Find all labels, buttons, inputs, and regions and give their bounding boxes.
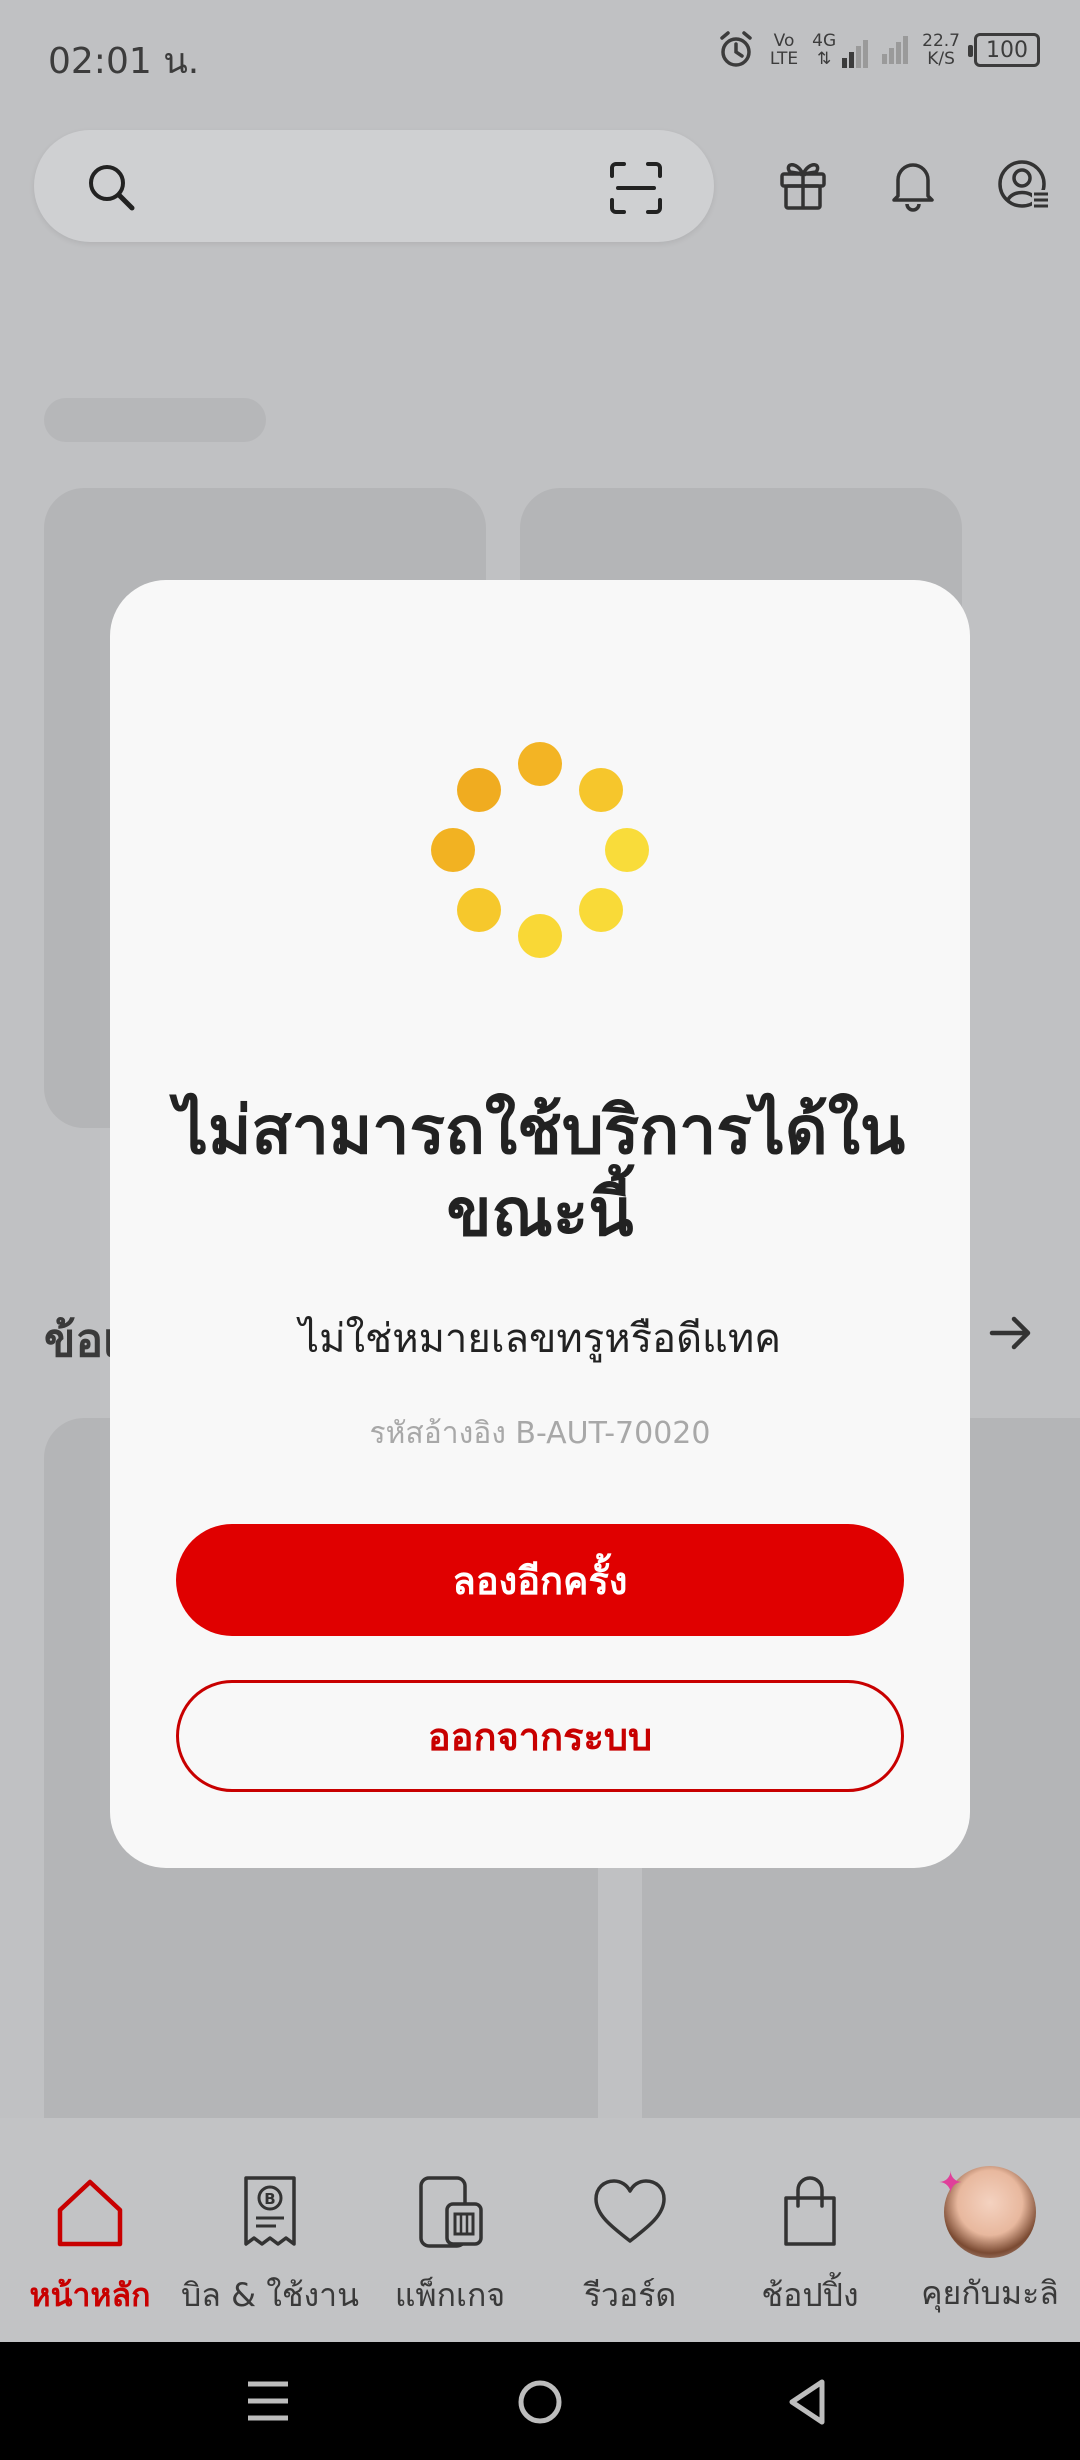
dialog-message: ไม่ใช่หมายเลขทรูหรือดีแทค bbox=[299, 1316, 781, 1362]
bill-icon: B bbox=[244, 2176, 296, 2246]
gift-icon[interactable] bbox=[778, 156, 828, 212]
section-title: ข้อเ bbox=[44, 1314, 119, 1366]
volte-indicator: Vo LTE bbox=[769, 31, 799, 69]
chat-avatar-icon: ✦ bbox=[938, 2166, 1036, 2258]
nav-item-bill[interactable]: B บิล & ใช้งาน bbox=[180, 2118, 360, 2342]
system-navigation-bar bbox=[0, 2342, 1080, 2460]
bottom-nav: หน้าหลัก B บิล & ใช้งาน แพ็กเกจ รีวอร์ด … bbox=[0, 2118, 1080, 2342]
reference-code: รหัสอ้างอิง B-AUT-70020 bbox=[369, 1416, 711, 1451]
status-icons: Vo LTE 4G ⇅ 22.7 K/S 100 bbox=[716, 30, 1040, 70]
bell-icon[interactable] bbox=[888, 156, 938, 212]
menu-icon[interactable] bbox=[246, 2378, 290, 2424]
logout-button[interactable]: ออกจากระบบ bbox=[176, 1680, 904, 1792]
sparkle-icon: ✦ bbox=[938, 2167, 964, 2200]
search-icon[interactable] bbox=[84, 160, 140, 216]
nav-item-shopping[interactable]: ช้อปปิ้ง bbox=[720, 2118, 900, 2342]
loading-spinner-icon bbox=[431, 742, 649, 958]
nav-item-chat[interactable]: ✦ คุยกับมะลิ bbox=[900, 2118, 1080, 2342]
battery-indicator: 100 bbox=[968, 33, 1040, 67]
signal-2-icon bbox=[882, 36, 909, 64]
nav-item-home[interactable]: หน้าหลัก bbox=[0, 2118, 180, 2342]
nav-item-reward[interactable]: รีวอร์ด bbox=[540, 2118, 720, 2342]
shopping-bag-icon bbox=[784, 2176, 836, 2246]
retry-button[interactable]: ลองอีกครั้ง bbox=[176, 1524, 904, 1636]
heart-icon bbox=[594, 2179, 666, 2243]
status-time: 02:01 น. bbox=[48, 41, 200, 82]
signal-1-icon: 4G ⇅ bbox=[812, 32, 869, 68]
skeleton-placeholder bbox=[44, 398, 266, 442]
search-bar[interactable] bbox=[34, 130, 714, 242]
package-icon bbox=[419, 2176, 483, 2248]
profile-icon[interactable] bbox=[996, 156, 1052, 212]
error-dialog: ไม่สามารถใช้บริการได้ในขณะนี้ ไม่ใช่หมาย… bbox=[110, 580, 970, 1868]
home-circle-icon[interactable] bbox=[516, 2378, 564, 2426]
svg-text:B: B bbox=[264, 2190, 275, 2208]
alarm-icon bbox=[720, 31, 752, 67]
dialog-title: ไม่สามารถใช้บริการได้ในขณะนี้ bbox=[174, 1092, 906, 1251]
network-speed: 22.7 K/S bbox=[922, 31, 960, 69]
nav-item-package[interactable]: แพ็กเกจ bbox=[360, 2118, 540, 2342]
back-icon[interactable] bbox=[786, 2378, 830, 2426]
home-icon bbox=[57, 2179, 123, 2247]
arrow-right-icon[interactable] bbox=[986, 1308, 1036, 1358]
scan-icon[interactable] bbox=[608, 160, 664, 216]
status-bar: 02:01 น. Vo LTE 4G ⇅ 22.7 K/S 100 bbox=[0, 0, 1080, 110]
